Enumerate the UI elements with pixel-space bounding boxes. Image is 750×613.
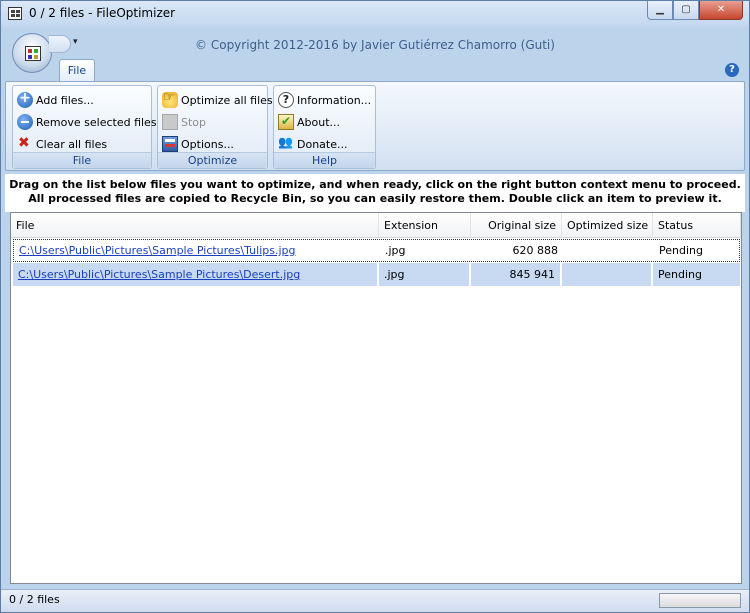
remove-selected-files-label: Remove selected files [36,115,157,129]
instructions-text: Drag on the list below files you want to… [5,174,745,212]
file-status: Pending [658,268,702,281]
original-size: 620 888 [512,244,559,257]
column-header-extension[interactable]: Extension [379,213,471,238]
window-controls: ▁ ▢ ✕ [647,1,743,20]
file-extension: .jpg [379,263,471,286]
remove-icon [17,114,33,130]
about-button[interactable]: About... [278,112,340,132]
optimize-all-files-button[interactable]: Optimize all files [162,90,273,110]
file-path-link[interactable]: C:\Users\Public\Pictures\Sample Pictures… [14,240,380,261]
title-bar[interactable]: 0 / 2 files - FileOptimizer ▁ ▢ ✕ [1,1,749,27]
help-icon[interactable]: ? [725,63,739,77]
add-files-label: Add files... [36,93,94,107]
clear-icon [17,135,33,152]
optimized-size [563,240,654,261]
clear-all-files-button[interactable]: Clear all files [17,134,107,154]
ribbon-group-help: Information... About... Donate... Help [273,85,376,169]
ribbon-group-label-file: File [13,152,151,168]
progress-bar [659,593,741,608]
app-window: 0 / 2 files - FileOptimizer ▁ ▢ ✕ ▾ © Co… [0,0,750,613]
information-label: Information... [297,93,372,107]
column-header-optimized-size[interactable]: Optimized size [562,213,653,238]
file-path-link[interactable]: C:\Users\Public\Pictures\Sample Pictures… [13,263,379,286]
options-label: Options... [181,137,234,151]
window-title: 0 / 2 files - FileOptimizer [29,6,176,20]
options-icon [162,136,178,152]
donate-label: Donate... [297,137,348,151]
ribbon: Add files... Remove selected files Clear… [5,81,745,171]
status-bar: 0 / 2 files [1,589,749,612]
clear-all-files-label: Clear all files [36,137,108,151]
copyright-text: © Copyright 2012-2016 by Javier Gutiérre… [195,38,555,52]
column-header-file[interactable]: File [11,213,379,238]
stop-label: Stop [181,115,207,129]
options-button[interactable]: Options... [162,134,234,154]
add-files-button[interactable]: Add files... [17,90,94,110]
column-header-original-size[interactable]: Original size [471,213,562,238]
app-icon[interactable] [8,7,22,20]
file-list[interactable]: File Extension Original size Optimized s… [10,212,742,584]
optimize-all-files-label: Optimize all files [181,93,273,107]
ribbon-group-optimize: Optimize all files Stop Options... Optim… [157,85,273,169]
donate-icon [278,135,294,152]
status-text: 0 / 2 files [9,593,60,606]
table-row[interactable]: C:\Users\Public\Pictures\Sample Pictures… [13,263,740,286]
remove-selected-files-button[interactable]: Remove selected files [17,112,157,132]
add-icon [17,90,33,108]
ribbon-group-label-help: Help [274,152,375,168]
information-icon [278,92,294,108]
stop-button[interactable]: Stop [162,112,206,132]
file-status: Pending [659,244,703,257]
file-extension: .jpg [385,244,406,257]
about-label: About... [297,115,341,129]
column-header-status[interactable]: Status [653,213,741,238]
donate-button[interactable]: Donate... [278,134,347,154]
optimize-icon [162,90,178,108]
original-size: 845 941 [471,263,562,286]
optimized-size [562,263,653,286]
list-header: File Extension Original size Optimized s… [11,213,741,238]
tab-file[interactable]: File [59,59,95,81]
maximize-button[interactable]: ▢ [673,1,699,20]
close-button[interactable]: ✕ [699,1,743,20]
table-row[interactable]: C:\Users\Public\Pictures\Sample Pictures… [13,239,740,262]
minimize-button[interactable]: ▁ [647,1,673,20]
about-icon [278,114,294,130]
stop-icon [162,114,178,130]
information-button[interactable]: Information... [278,90,371,110]
ribbon-group-label-optimize: Optimize [158,152,267,168]
ribbon-group-file: Add files... Remove selected files Clear… [12,85,157,169]
